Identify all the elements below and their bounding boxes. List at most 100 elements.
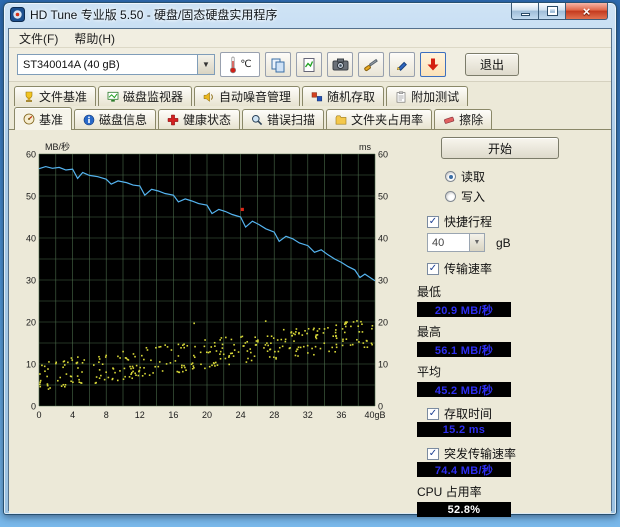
minimize-icon [520,12,530,16]
download-arrow-icon [427,58,439,71]
report-icon [303,57,315,72]
eraser-icon [444,116,455,124]
maximize-button[interactable] [539,3,566,20]
svg-text:24: 24 [236,410,246,420]
trophy-icon [25,91,33,102]
tab-label: 文件夹占用率 [351,113,424,127]
svg-text:20: 20 [378,318,388,328]
temperature-unit-label: ℃ [240,59,252,70]
min-value: 20.9 MB/秒 [417,302,511,317]
checkbox-icon: ✓ [427,447,439,460]
read-label: 读取 [461,170,486,184]
access-time-option[interactable]: ✓ 存取时间 [427,405,611,422]
temperature-button[interactable]: ℃ [220,52,260,77]
svg-text:30: 30 [26,276,36,286]
minimize-button[interactable] [511,3,539,20]
tab-random-access[interactable]: 随机存取 [302,86,385,106]
annotate-button[interactable] [389,52,415,77]
svg-text:40: 40 [378,234,388,244]
svg-text:40: 40 [26,234,36,244]
magnifier-icon [252,114,263,125]
max-label: 最高 [417,325,442,339]
random-blocks-icon [311,91,323,101]
transfer-rate-option[interactable]: ✓ 传输速率 [427,260,611,277]
svg-text:10: 10 [26,360,36,370]
svg-text:12: 12 [135,410,145,420]
options-button[interactable] [358,52,384,77]
toolbar: ST340014A (40 gB) ▼ ℃ 退出 [9,48,611,82]
close-button[interactable]: × [566,3,608,20]
svg-text:28: 28 [269,410,279,420]
svg-text:60: 60 [26,150,36,160]
shortstroke-size-select[interactable]: 40 ▼ [427,233,485,252]
menubar: 文件(F) 帮助(H) [9,29,611,48]
tab-error-scan[interactable]: 错误扫描 [242,109,325,129]
tab-label: 随机存取 [327,90,376,104]
gauge-icon [23,113,35,125]
tab-extra-tests[interactable]: 附加测试 [386,86,469,106]
cpu-usage-value: 52.8% [417,502,511,517]
read-option[interactable]: 读取 [445,168,611,185]
tab-disk-info[interactable]: 磁盘信息 [74,109,157,129]
checkbox-icon: ✓ [427,215,439,228]
menu-help[interactable]: 帮助(H) [66,28,123,49]
write-option[interactable]: 写入 [445,188,611,205]
burst-rate-value: 74.4 MB/秒 [417,462,511,477]
tab-health[interactable]: 健康状态 [158,109,241,129]
tab-label: 自动噪音管理 [219,90,292,104]
svg-text:0: 0 [31,402,36,412]
tab-label: 擦除 [459,113,484,127]
benchmark-chart-area: 60 60 50 50 40 40 30 30 20 20 10 10 0 0 0 4 8 12 16 20 24 28 3… [13,140,407,444]
svg-text:32: 32 [303,410,313,420]
screwdriver-icon [364,58,378,71]
maximize-icon [546,6,558,16]
start-button[interactable]: 开始 [441,137,559,159]
min-label: 最低 [417,285,442,299]
svg-text:8: 8 [104,410,109,420]
write-label: 写入 [461,190,486,204]
drive-selector[interactable]: ST340014A (40 gB) ▼ [17,54,215,75]
svg-text:60: 60 [378,150,388,160]
folder-icon [335,115,347,124]
save-report-button[interactable] [296,52,322,77]
close-icon: × [582,3,591,19]
app-icon [10,7,25,22]
pencil-icon [396,61,407,71]
tab-strip-upper: 文件基准 磁盘监视器 自动噪音管理 随机存取 附加测试 [9,82,611,106]
svg-text:50: 50 [378,192,388,202]
svg-text:20: 20 [26,318,36,328]
chevron-down-icon: ▼ [197,55,214,74]
tab-benchmark[interactable]: 基准 [14,107,73,130]
menu-file[interactable]: 文件(F) [11,28,66,49]
checkbox-icon: ✓ [427,262,439,275]
checkbox-icon: ✓ [427,407,439,420]
access-time-value: 15.2 ms [417,422,511,437]
copy-results-button[interactable] [265,52,291,77]
svg-text:36: 36 [336,410,346,420]
benchmark-page: 60 60 50 50 40 40 30 30 20 20 10 10 0 0 0 4 8 12 16 20 24 28 3… [9,129,611,517]
burst-rate-option[interactable]: ✓ 突发传输速率 [427,445,611,462]
tab-file-benchmark[interactable]: 文件基准 [14,86,97,106]
tab-disk-monitor[interactable]: 磁盘监视器 [98,86,193,106]
tab-folder-usage[interactable]: 文件夹占用率 [326,109,433,129]
info-icon [83,114,95,125]
screenshot-button[interactable] [327,52,353,77]
svg-text:0: 0 [36,410,41,420]
svg-text:40gB: 40gB [364,410,385,420]
thermometer-icon [230,56,237,73]
exit-button[interactable]: 退出 [465,53,519,76]
titlebar[interactable]: HD Tune 专业版 5.50 - 硬盘/固态硬盘实用程序 × [4,3,616,26]
tab-label: 附加测试 [411,90,460,104]
tab-erase[interactable]: 擦除 [434,109,493,129]
copy-icon [271,58,285,72]
burst-rate-label: 突发传输速率 [444,447,517,461]
svg-text:4: 4 [70,410,75,420]
shortstroke-option[interactable]: ✓ 快捷行程 [427,213,611,230]
caption-buttons: × [511,3,608,20]
tab-label: 基准 [39,112,64,127]
svg-text:30: 30 [378,276,388,286]
tab-label: 磁盘监视器 [123,90,184,104]
update-button[interactable] [420,52,446,77]
tab-aam[interactable]: 自动噪音管理 [194,86,301,106]
monitor-icon [107,91,119,102]
